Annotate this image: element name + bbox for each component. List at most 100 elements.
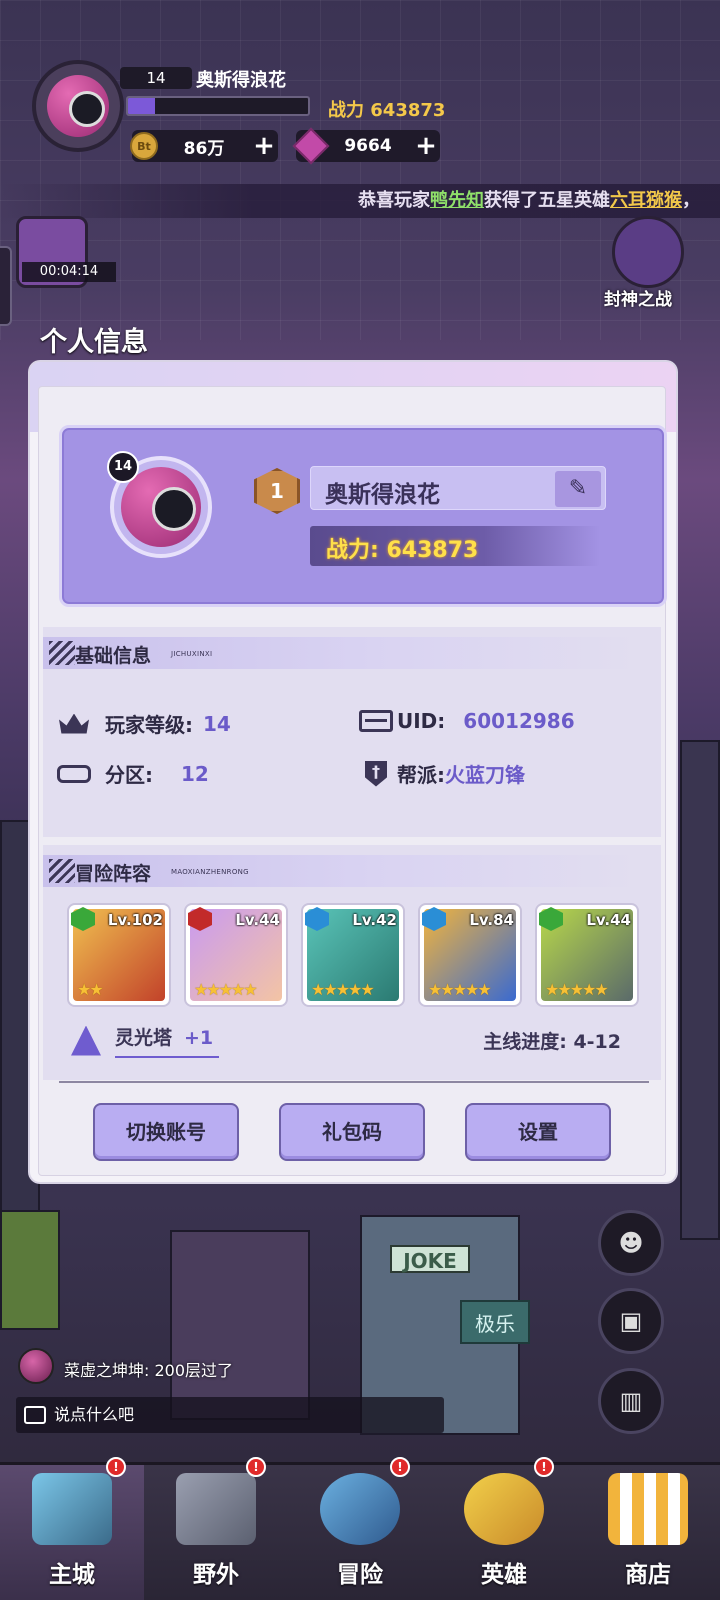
hero-card[interactable]: Lv.44 ★★★★★ <box>184 903 288 1007</box>
marquee-hero[interactable]: 六耳猕猴 <box>610 190 682 211</box>
tower-name: 灵光塔 <box>115 1027 173 1049</box>
backpack-icon[interactable]: ▣ <box>598 1288 664 1354</box>
rank-badge: 1 <box>254 468 300 514</box>
hero-lineup: Lv.102 ★★ Lv.44 ★★★★★ Lv.42 ★★★★★ Lv.84 … <box>67 903 647 1009</box>
hero-stars: ★★★★★ <box>545 980 609 999</box>
chat-input[interactable]: 说点什么吧 <box>16 1397 444 1433</box>
stripes-icon <box>49 859 75 883</box>
nav-wild[interactable]: ! 野外 <box>144 1457 288 1600</box>
guild-shield-icon: † <box>359 760 393 787</box>
hero-icon <box>464 1473 544 1545</box>
robot-avatar-icon <box>47 75 109 137</box>
nav-label: 商店 <box>625 1562 671 1588</box>
add-gold-button[interactable]: + <box>250 132 278 160</box>
uid-row: UID: 60012986 <box>359 709 575 733</box>
marquee-middle: 获得了五星英雄 <box>484 190 610 211</box>
gold-resource: Bt 86万 + <box>130 130 278 162</box>
gem-amount: 9664 <box>344 136 392 156</box>
marquee-suffix: ， <box>682 190 700 211</box>
hero-stars: ★★★★★ <box>194 980 258 999</box>
bottom-nav: ! 主城 ! 野外 ! 冒险 ! 英雄 商店 <box>0 1457 720 1600</box>
power-box: 战力: 643873 <box>310 526 600 566</box>
hero-level: Lv.84 <box>469 911 514 929</box>
nav-shop[interactable]: 商店 <box>576 1465 720 1600</box>
uid-label: UID: <box>397 709 446 733</box>
stripes-icon <box>49 641 75 665</box>
gift-code-button[interactable]: 礼包码 <box>279 1103 425 1161</box>
profile-modal: 14 1 奥斯得浪花 ✎ 战力: 643873 基础信息 JICHUXINXI … <box>30 362 676 1182</box>
city-icon <box>32 1473 112 1545</box>
modal-title: 个人信息 <box>40 327 148 358</box>
server-row: 分区: 12 <box>57 759 209 788</box>
hero-level: Lv.44 <box>235 911 280 929</box>
monster-icon <box>320 1473 400 1545</box>
hero-level: Lv.42 <box>352 911 397 929</box>
nav-label: 野外 <box>193 1562 239 1588</box>
server-value: 12 <box>181 761 209 786</box>
lineup-header: 冒险阵容 MAOXIANZHENRONG <box>43 855 643 887</box>
tower-value: +1 <box>184 1027 214 1049</box>
marquee-prefix: 恭喜玩家 <box>358 190 430 211</box>
left-drawer-handle[interactable] <box>0 246 12 326</box>
player-avatar[interactable] <box>32 60 124 152</box>
coin-icon: Bt <box>130 132 158 160</box>
announcement-marquee: 恭喜玩家鸭先知获得了五星英雄六耳猕猴， <box>0 184 720 218</box>
guild-row: † 帮派: 火蓝刀锋 <box>359 759 525 788</box>
event-timer: 00:04:14 <box>22 262 116 282</box>
hero-card[interactable]: Lv.102 ★★ <box>67 903 171 1007</box>
server-label: 分区: <box>105 763 153 787</box>
nav-main-city[interactable]: ! 主城 <box>0 1457 144 1600</box>
hero-level: Lv.44 <box>586 911 631 929</box>
guild-label: 帮派: <box>397 763 445 787</box>
player-level-value: 14 <box>203 711 231 736</box>
notification-badge: ! <box>390 1457 410 1477</box>
uid-value[interactable]: 60012986 <box>463 709 574 733</box>
event-gift-icon[interactable] <box>612 216 684 288</box>
building-small <box>0 1210 60 1330</box>
chat-bubble-icon <box>24 1406 46 1424</box>
add-gem-button[interactable]: + <box>412 132 440 160</box>
avatar-level-badge: 14 <box>107 451 139 483</box>
notification-badge: ! <box>534 1457 554 1477</box>
lineup-subtitle: MAOXIANZHENRONG <box>171 868 249 876</box>
basic-info-section: 基础信息 JICHUXINXI 玩家等级: 14 UID: 60012986 分… <box>43 627 661 837</box>
hero-card[interactable]: Lv.84 ★★★★★ <box>418 903 522 1007</box>
lineup-section: 冒险阵容 MAOXIANZHENRONG Lv.102 ★★ Lv.44 ★★★… <box>43 845 661 1080</box>
chat-recent-message: 菜虚之坤坤: 200层过了 <box>64 1361 234 1380</box>
nav-heroes[interactable]: ! 英雄 <box>432 1457 576 1600</box>
gem-icon <box>292 127 330 165</box>
jile-sign: 极乐 <box>460 1300 530 1344</box>
edit-name-button[interactable]: ✎ <box>555 471 601 507</box>
player-level-label: 玩家等级: <box>105 713 193 737</box>
profile-power: 战力: 643873 <box>326 538 479 563</box>
player-level-tag: 14 <box>120 67 192 89</box>
main-progress: 主线进度: 4-12 <box>483 1031 621 1053</box>
notification-badge: ! <box>106 1457 126 1477</box>
chat-avatar <box>18 1348 54 1384</box>
hero-card[interactable]: Lv.42 ★★★★★ <box>301 903 405 1007</box>
power-display: 战力 643873 <box>328 100 446 121</box>
xp-bar <box>126 96 310 116</box>
hero-stars: ★★ <box>77 980 104 999</box>
hero-stars: ★★★★★ <box>428 980 492 999</box>
profile-name: 奥斯得浪花 <box>325 482 440 508</box>
tower-row[interactable]: 灵光塔 +1 <box>71 1023 220 1058</box>
ranking-icon[interactable]: ▥ <box>598 1368 664 1434</box>
name-box: 奥斯得浪花 ✎ <box>310 466 606 510</box>
guild-value[interactable]: 火蓝刀锋 <box>445 759 525 788</box>
nav-adventure[interactable]: ! 冒险 <box>288 1457 432 1600</box>
nav-label: 冒险 <box>337 1562 383 1588</box>
building-right <box>680 740 720 1240</box>
hero-stars: ★★★★★ <box>311 980 375 999</box>
divider <box>59 1081 649 1083</box>
settings-button[interactable]: 设置 <box>465 1103 611 1161</box>
nav-label: 英雄 <box>481 1562 527 1588</box>
friends-icon[interactable]: ☻ <box>598 1210 664 1276</box>
marquee-player[interactable]: 鸭先知 <box>430 190 484 211</box>
castle-icon <box>176 1473 256 1545</box>
switch-account-button[interactable]: 切换账号 <box>93 1103 239 1161</box>
gold-amount: 86万 <box>183 138 225 159</box>
lineup-title: 冒险阵容 <box>75 863 152 885</box>
hero-card[interactable]: Lv.44 ★★★★★ <box>535 903 639 1007</box>
event-label[interactable]: 封神之战 <box>604 285 672 310</box>
